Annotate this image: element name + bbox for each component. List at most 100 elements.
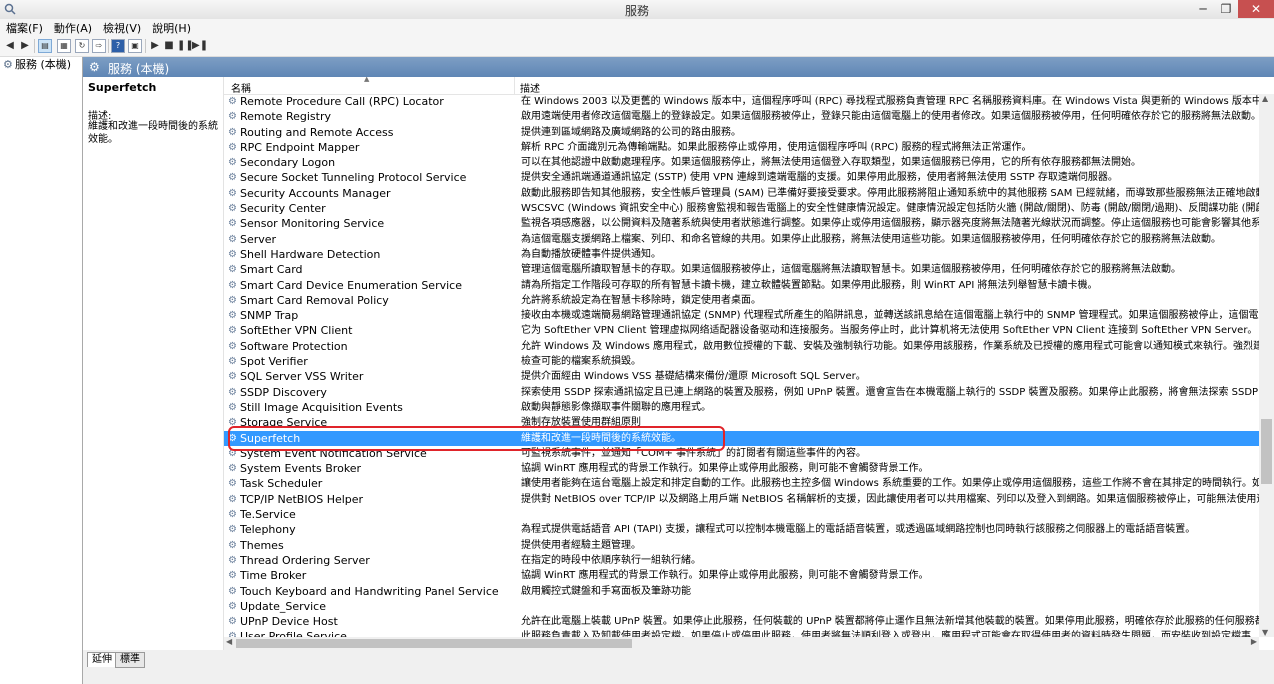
service-name: UPnP Device Host <box>240 615 338 629</box>
export-list-icon[interactable]: ⇨ <box>92 39 106 53</box>
service-gear-icon: ⚙ <box>228 325 237 337</box>
service-gear-icon: ⚙ <box>228 111 237 123</box>
service-description: 啟用遠端使用者修改這個電腦上的登錄設定。如果這個服務被停止，登錄只能由這個電腦上… <box>521 111 1259 123</box>
service-row[interactable]: ⚙ Smart Card Removal Policy 允許將系統設定為在智慧卡移除… <box>224 293 1259 308</box>
menu-action[interactable]: 動作(A) <box>48 19 97 36</box>
horizontal-scroll-thumb[interactable] <box>236 639 632 648</box>
service-row[interactable]: ⚙ Spot Verifier 檢查可能的檔案系統損毀。 <box>224 354 1259 369</box>
service-row[interactable]: ⚙ Secure Socket Tunneling Protocol Servic… <box>224 170 1259 185</box>
maximize-icon[interactable]: ❐ <box>1213 0 1239 18</box>
service-row[interactable]: ⚙ SQL Server VSS Writer 提供介面經由 Windows VSS… <box>224 369 1259 384</box>
forward-arrow-icon[interactable]: ▶ <box>18 39 32 53</box>
service-row[interactable]: ⚙ Touch Keyboard and Handwriting Panel Se… <box>224 584 1259 599</box>
service-row[interactable]: ⚙ Secondary Logon 可以在其他認證中啟動處理程序。如果這個服務停止，… <box>224 155 1259 170</box>
tree-node-services-local[interactable]: ⚙ 服務 (本機) <box>3 58 71 72</box>
menu-file[interactable]: 檔案(F) <box>0 19 48 36</box>
scroll-right-icon[interactable]: ▶ <box>1251 637 1257 646</box>
service-description: 提供對 NetBIOS over TCP/IP 以及網路上用戶端 NetBIOS… <box>521 493 1259 505</box>
service-gear-icon: ⚙ <box>228 554 237 566</box>
service-row[interactable]: ⚙ Te.Service <box>224 507 1259 522</box>
service-row[interactable]: ⚙ Smart Card Device Enumeration Service 請為… <box>224 278 1259 293</box>
service-name: Te.Service <box>240 508 296 522</box>
column-divider[interactable] <box>514 77 515 94</box>
column-name-header[interactable]: 名稱 <box>231 80 251 95</box>
service-gear-icon: ⚙ <box>228 524 237 536</box>
pause-service-icon[interactable]: ❚❚ <box>177 39 194 53</box>
restart-service-icon[interactable]: ▶❚ <box>192 39 208 53</box>
service-gear-icon: ⚙ <box>228 493 237 505</box>
service-description: 監視各項感應器，以公開資料及隨著系統與使用者狀態進行調整。如果停止或停用這個服務… <box>521 218 1259 230</box>
service-row[interactable]: ⚙ RPC Endpoint Mapper 解析 RPC 介面識別元為傳輸端點。如果… <box>224 140 1259 155</box>
service-gear-icon: ⚙ <box>228 279 237 291</box>
service-row[interactable]: ⚙ Sensor Monitoring Service 監視各項感應器，以公開資料及… <box>224 216 1259 231</box>
service-row[interactable]: ⚙ Still Image Acquisition Events 啟動與靜態影像擷取… <box>224 400 1259 415</box>
service-description: 協調 WinRT 應用程式的背景工作執行。如果停止或停用此服務，則可能不會觸發背… <box>521 463 929 475</box>
service-row[interactable]: ⚙ Server 為這個電腦支援網路上檔案、列印、和命名管線的共用。如果停止此服務，… <box>224 232 1259 247</box>
service-row[interactable]: ⚙ Smart Card 管理這個電腦所讀取智慧卡的存取。如果這個服務被停止，這個電… <box>224 262 1259 277</box>
service-row[interactable]: ⚙ Remote Procedure Call (RPC) Locator 在 Wi… <box>224 94 1259 109</box>
refresh-icon[interactable]: ↻ <box>75 39 89 53</box>
service-row[interactable]: ⚙ Update_Service <box>224 599 1259 614</box>
scroll-up-icon[interactable]: ▲ <box>1262 94 1268 103</box>
service-description: 檢查可能的檔案系統損毀。 <box>521 356 641 368</box>
service-row[interactable]: ⚙ Time Broker 協調 WinRT 應用程式的背景工作執行。如果停止或停用… <box>224 568 1259 583</box>
service-gear-icon: ⚙ <box>228 340 237 352</box>
service-row[interactable]: ⚙ TCP/IP NetBIOS Helper 提供對 NetBIOS over T… <box>224 492 1259 507</box>
service-name: SNMP Trap <box>240 309 299 323</box>
services-header-icon: ⚙ <box>89 60 100 74</box>
service-row[interactable]: ⚙ Thread Ordering Server 在指定的時段中依順序執行一組執行緒… <box>224 553 1259 568</box>
service-name: Smart Card Device Enumeration Service <box>240 278 462 292</box>
service-description: 為這個電腦支援網路上檔案、列印、和命名管線的共用。如果停止此服務，將無法使用這些… <box>521 233 1221 245</box>
tab-standard[interactable]: 標準 <box>115 652 145 668</box>
service-row[interactable]: ⚙ SoftEther VPN Client 它为 SoftEther VPN Cl… <box>224 323 1259 338</box>
service-gear-icon: ⚙ <box>228 264 237 276</box>
tab-extended[interactable]: 延伸 <box>87 652 117 667</box>
column-description-header[interactable]: 描述 <box>520 80 540 95</box>
description-panel: Superfetch 描述: 維護和改進一段時間後的系統效能。 <box>83 77 224 650</box>
service-row[interactable]: ⚙ Security Accounts Manager 啟動此服務即告知其他服務，安… <box>224 186 1259 201</box>
service-row[interactable]: ⚙ SNMP Trap 接收由本機或遠端簡易網路管理通訊協定 (SNMP) 代理程式… <box>224 308 1259 323</box>
horizontal-scrollbar[interactable]: ◀ ▶ <box>224 637 1259 650</box>
service-row[interactable]: ⚙ Software Protection 允許 Windows 及 Windows… <box>224 339 1259 354</box>
service-row[interactable]: ⚙ SSDP Discovery 探索使用 SSDP 探索通訊協定且已連上網路的裝置… <box>224 385 1259 400</box>
stop-service-icon[interactable]: ■ <box>162 39 176 53</box>
vertical-scroll-thumb[interactable] <box>1261 419 1272 484</box>
menu-view[interactable]: 檢視(V) <box>97 19 146 36</box>
service-description: 讓使用者能夠在這台電腦上設定和排定自動的工作。此服務也主控多個 Windows … <box>521 478 1259 490</box>
service-row[interactable]: ⚙ Task Scheduler 讓使用者能夠在這台電腦上設定和排定自動的工作。此服… <box>224 476 1259 491</box>
service-row[interactable]: ⚙ Remote Registry 啟用遠端使用者修改這個電腦上的登錄設定。如果這個… <box>224 109 1259 124</box>
show-hide-icon[interactable]: ▣ <box>128 39 142 53</box>
service-description: 請為所指定工作階段可存取的所有智慧卡讀卡機，建立軟體裝置節點。如果停用此服務，則… <box>521 279 1098 291</box>
back-arrow-icon[interactable]: ◀ <box>3 39 17 53</box>
service-row[interactable]: ⚙ Routing and Remote Access 提供連到區域網路及廣域網路的… <box>224 125 1259 140</box>
service-gear-icon: ⚙ <box>228 248 237 260</box>
service-description: 啟動與靜態影像擷取事件關聯的應用程式。 <box>521 401 711 413</box>
scroll-down-icon[interactable]: ▼ <box>1262 628 1268 637</box>
menu-help[interactable]: 說明(H) <box>146 19 196 36</box>
service-name: User Profile Service <box>240 630 347 637</box>
service-row[interactable]: ⚙ User Profile Service 此服務負責載入及卸載使用者設定檔。如果… <box>224 629 1259 637</box>
vertical-scrollbar[interactable]: ▲ ▼ <box>1259 94 1274 637</box>
service-description: 它为 SoftEther VPN Client 管理虚拟网络适配器设备驱动和连接… <box>521 325 1258 337</box>
service-row[interactable]: ⚙ UPnP Device Host 允許在此電腦上裝載 UPnP 裝置。如果停止此… <box>224 614 1259 629</box>
window-title: 服務 <box>624 4 649 18</box>
service-row[interactable]: ⚙ System Events Broker 協調 WinRT 應用程式的背景工作執… <box>224 461 1259 476</box>
service-name: Secondary Logon <box>240 156 336 170</box>
service-row[interactable]: ⚙ Themes 提供使用者經驗主題管理。 <box>224 538 1259 553</box>
service-gear-icon: ⚙ <box>228 616 237 628</box>
service-gear-icon: ⚙ <box>228 157 237 169</box>
service-gear-icon: ⚙ <box>228 310 237 322</box>
console-tree: ⚙ 服務 (本機) <box>0 57 83 684</box>
service-row[interactable]: ⚙ Telephony 為程式提供電話語音 API (TAPI) 支援，讓程式可以控… <box>224 522 1259 537</box>
help-icon[interactable]: ? <box>111 39 125 53</box>
service-row[interactable]: ⚙ Shell Hardware Detection 為自動播放硬體事件提供通知。 <box>224 247 1259 262</box>
service-description: 解析 RPC 介面識別元為傳輸端點。如果此服務停止或停用，使用這個程序呼叫 (R… <box>521 141 1032 153</box>
console-tree-icon[interactable]: ▤ <box>38 39 52 53</box>
close-icon[interactable]: ✕ <box>1238 0 1274 18</box>
service-row[interactable]: ⚙ Security Center WSCSVC (Windows 資訊安全中心) … <box>224 201 1259 216</box>
start-service-icon[interactable]: ▶ <box>148 39 162 53</box>
properties-list-icon[interactable]: ▦ <box>57 39 71 53</box>
service-gear-icon: ⚙ <box>228 294 237 306</box>
scroll-left-icon[interactable]: ◀ <box>226 637 232 646</box>
service-description: WSCSVC (Windows 資訊安全中心) 服務會監視和報告電腦上的安全性健… <box>521 203 1259 215</box>
